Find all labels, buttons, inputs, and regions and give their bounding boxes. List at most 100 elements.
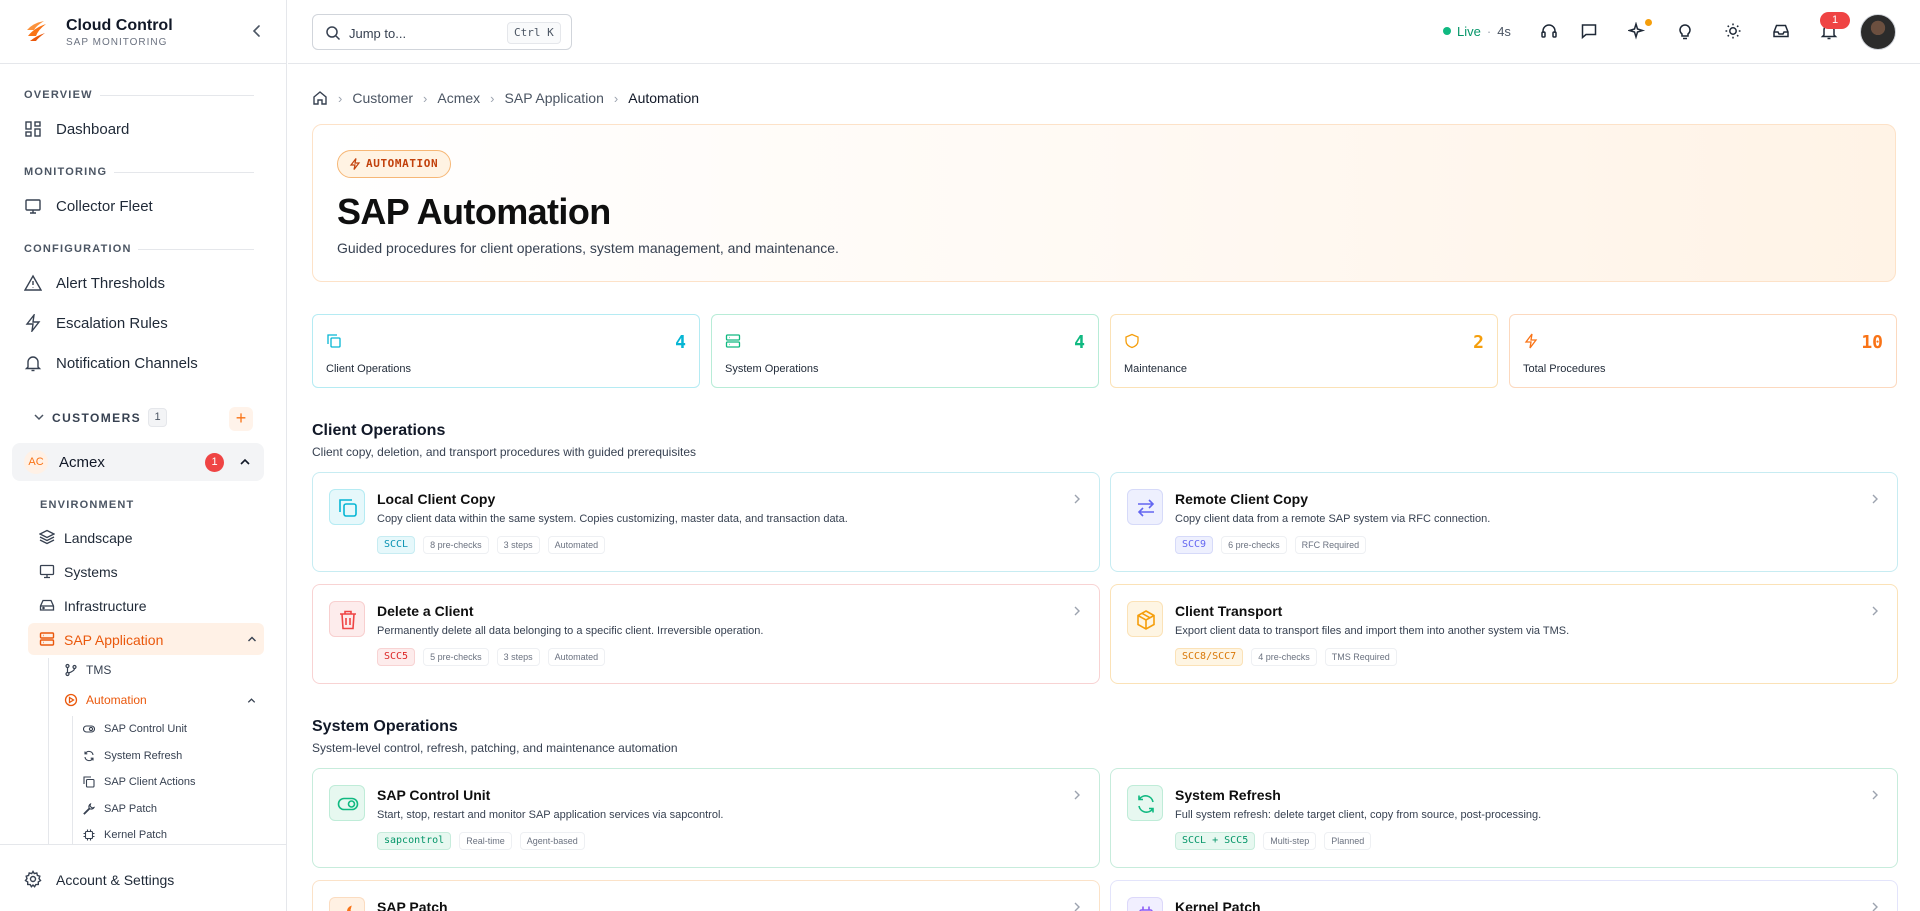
card-title: Local Client Copy	[377, 491, 496, 507]
stat-label: Total Procedures	[1523, 363, 1606, 375]
sidebar-item-notification-channels[interactable]: Notification Channels	[12, 347, 264, 379]
procedure-card-kernel-patch[interactable]: Kernel Patch	[1110, 880, 1898, 911]
section-title-client-operations: Client Operations	[312, 422, 446, 439]
jump-to-search[interactable]: Jump to... Ctrl K	[312, 14, 572, 50]
stat-value: 10	[1861, 332, 1883, 353]
card-tags: SCC9 6 pre-checks RFC Required	[1175, 536, 1367, 554]
sidebar-item-collector-fleet[interactable]: Collector Fleet	[12, 190, 264, 222]
sidebar-item-sap-control-unit[interactable]: SAP Control Unit	[78, 718, 258, 740]
card-icon-box	[1127, 601, 1163, 637]
procedure-card-sap-control-unit[interactable]: SAP Control Unit Start, stop, restart an…	[312, 768, 1100, 868]
sidebar: Cloud Control SAP MONITORING OVERVIEW Da…	[0, 0, 287, 911]
sidebar-item-automation[interactable]: Automation	[58, 688, 258, 712]
breadcrumb-customer[interactable]: Customer	[352, 90, 413, 106]
chevron-up-icon[interactable]	[246, 695, 257, 706]
sidebar-item-escalation-rules[interactable]: Escalation Rules	[12, 307, 264, 339]
sidebar-item-label: SAP Patch	[104, 803, 157, 815]
customers-count-badge: 1	[148, 408, 167, 427]
sidebar-item-kernel-patch[interactable]: Kernel Patch	[78, 824, 258, 846]
chevron-up-icon[interactable]	[238, 455, 252, 469]
procedure-card-local-client-copy[interactable]: Local Client Copy Copy client data withi…	[312, 472, 1100, 572]
sidebar-item-sap-application[interactable]: SAP Application	[28, 623, 264, 655]
package-icon	[1137, 610, 1155, 630]
customers-header[interactable]: CUSTOMERS 1 +	[24, 405, 264, 431]
sidebar-item-systems[interactable]: Systems	[28, 555, 264, 587]
sidebar-item-label: Automation	[86, 693, 147, 707]
procedure-card-sap-patch[interactable]: SAP Patch	[312, 880, 1100, 911]
card-tag: Multi-step	[1263, 832, 1317, 850]
live-separator: ·	[1486, 24, 1492, 39]
card-tag: 3 steps	[496, 648, 540, 666]
customer-name: Acmex	[59, 454, 105, 471]
sidebar-item-label: Infrastructure	[64, 598, 147, 614]
user-avatar[interactable]	[1860, 14, 1896, 50]
procedure-card-client-transport[interactable]: Client Transport Export client data to t…	[1110, 584, 1898, 684]
dashboard-icon	[25, 121, 41, 137]
inbox-icon[interactable]	[1772, 22, 1790, 40]
chevron-right-icon	[1872, 606, 1878, 616]
copy-icon	[339, 499, 357, 517]
sidebar-item-infrastructure[interactable]: Infrastructure	[28, 589, 264, 621]
transaction-code-tag: SCC5	[377, 648, 416, 666]
card-tags: SCCL 8 pre-checks 3 steps Automated	[377, 536, 606, 554]
breadcrumb-separator: ›	[490, 90, 495, 106]
sidebar-item-tms[interactable]: TMS	[58, 658, 258, 682]
bolt-icon	[25, 314, 41, 332]
sidebar-item-label: Alert Thresholds	[56, 275, 165, 292]
card-icon-box	[329, 489, 365, 525]
sidebar-item-dashboard[interactable]: Dashboard	[12, 113, 264, 145]
card-tags: SCC5 5 pre-checks 3 steps Automated	[377, 648, 606, 666]
sidebar-item-alert-thresholds[interactable]: Alert Thresholds	[12, 267, 264, 299]
page-title: SAP Automation	[337, 191, 611, 232]
bolt-icon	[1524, 333, 1538, 349]
card-description: Full system refresh: delete target clien…	[1175, 809, 1542, 821]
environment-label: ENVIRONMENT	[40, 499, 135, 511]
sidebar-item-label: System Refresh	[104, 750, 183, 762]
search-icon	[326, 26, 341, 41]
sidebar-item-landscape[interactable]: Landscape	[28, 521, 264, 553]
wrench-icon	[347, 905, 352, 911]
card-title: Kernel Patch	[1175, 899, 1261, 911]
breadcrumb-separator: ›	[338, 90, 343, 106]
breadcrumb-separator: ›	[613, 90, 619, 106]
layers-icon	[39, 529, 55, 545]
sidebar-item-system-refresh[interactable]: System Refresh	[78, 745, 258, 767]
sidebar-item-sap-client-actions[interactable]: SAP Client Actions	[78, 771, 258, 793]
procedure-card-delete-a-client[interactable]: Delete a Client Permanently delete all d…	[312, 584, 1100, 684]
warning-triangle-icon	[24, 274, 42, 291]
breadcrumb-sap-application[interactable]: SAP Application	[505, 90, 604, 106]
procedure-card-remote-client-copy[interactable]: Remote Client Copy Copy client data from…	[1110, 472, 1898, 572]
stat-value: 4	[1074, 332, 1085, 353]
breadcrumb-acmex[interactable]: Acmex	[437, 90, 480, 106]
card-icon-box	[329, 785, 365, 821]
keyboard-shortcut: Ctrl K	[507, 22, 561, 44]
home-icon[interactable]	[312, 90, 328, 106]
card-tag: 8 pre-checks	[423, 536, 489, 554]
chevron-up-icon[interactable]	[246, 633, 258, 645]
collapse-sidebar-icon[interactable]	[248, 22, 266, 40]
breadcrumb-separator: ›	[423, 90, 428, 106]
sidebar-item-label: Landscape	[64, 530, 133, 546]
customers-label: CUSTOMERS	[52, 411, 142, 425]
brand-subtitle: SAP MONITORING	[66, 37, 168, 48]
breadcrumb: › Customer › Acmex › SAP Application › A…	[312, 88, 699, 108]
sparkles-icon[interactable]	[1628, 22, 1646, 40]
transaction-code-tag: SCCL + SCC5	[1175, 832, 1256, 850]
card-tag: RFC Required	[1294, 536, 1367, 554]
sun-icon[interactable]	[1724, 22, 1742, 40]
cpu-icon	[83, 829, 95, 841]
add-customer-button[interactable]: +	[229, 407, 253, 431]
customer-item-acmex[interactable]: AC Acmex 1	[12, 443, 264, 481]
sidebar-item-sap-patch[interactable]: SAP Patch	[78, 798, 258, 820]
card-tag: Planned	[1324, 832, 1372, 850]
sidebar-footer-account-settings[interactable]: Account & Settings	[0, 844, 286, 911]
chevron-right-icon	[1872, 790, 1878, 800]
section-label-overview: OVERVIEW	[24, 89, 93, 101]
procedure-card-system-refresh[interactable]: System Refresh Full system refresh: dele…	[1110, 768, 1898, 868]
lightbulb-icon[interactable]	[1676, 22, 1694, 40]
chat-icon[interactable]	[1580, 22, 1598, 40]
section-subtitle-system-operations: System-level control, refresh, patching,…	[312, 741, 678, 755]
card-title: SAP Control Unit	[377, 787, 491, 803]
stat-value: 4	[675, 332, 686, 353]
headset-icon[interactable]	[1540, 22, 1558, 40]
